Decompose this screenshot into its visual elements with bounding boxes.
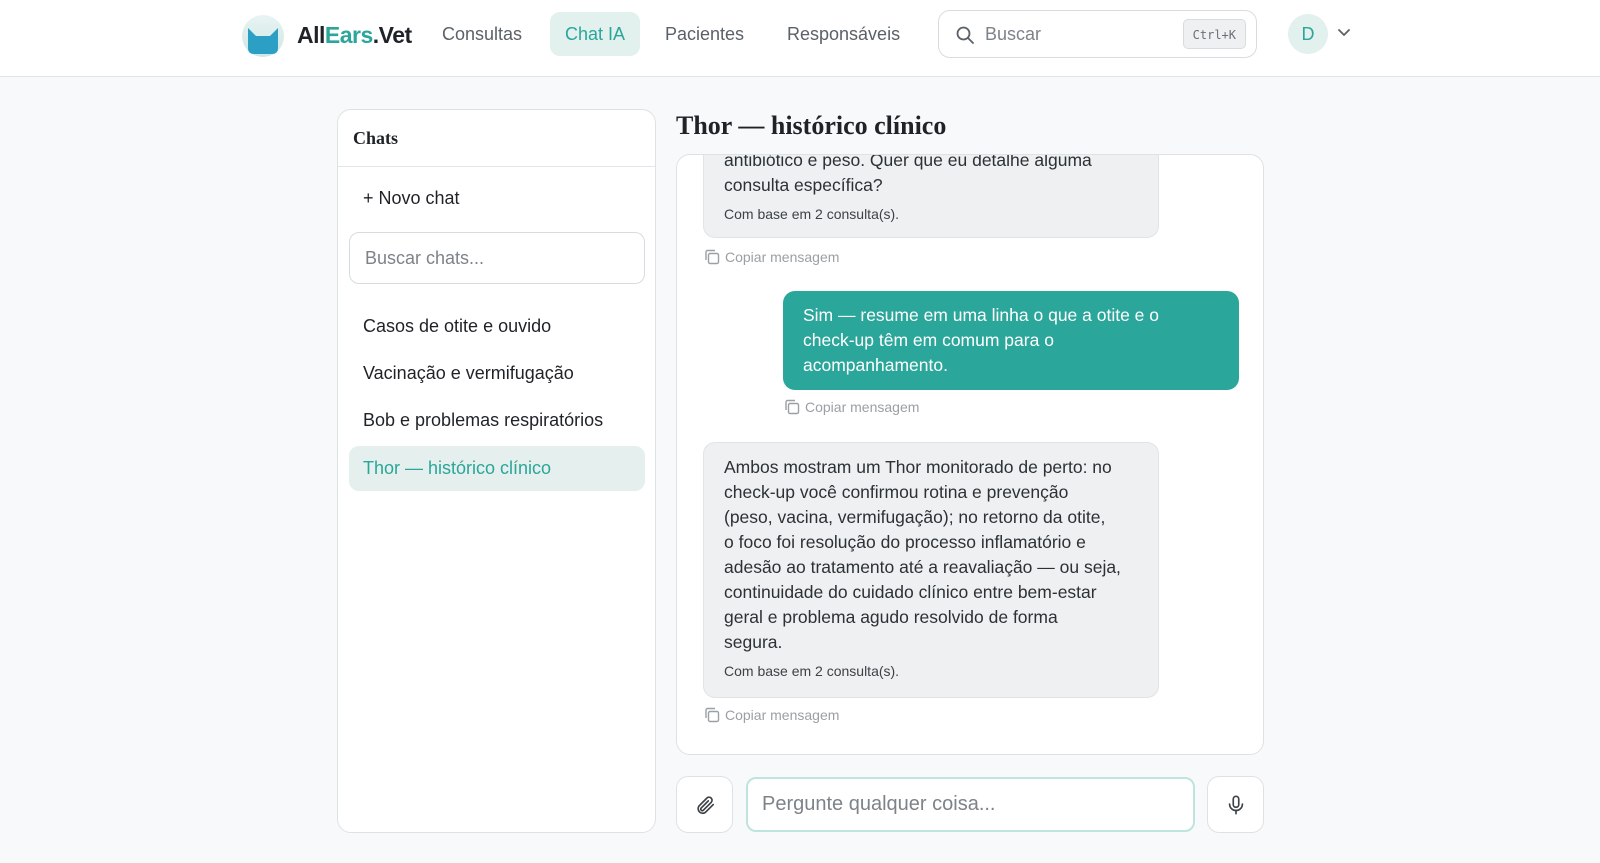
user-message: Sim — resume em uma linha o que a otite … xyxy=(783,291,1239,390)
message-composer xyxy=(746,777,1195,832)
message-source: Com base em 2 consulta(s). xyxy=(724,206,900,222)
copy-label: Copiar mensagem xyxy=(725,707,840,723)
copy-message-button[interactable]: Copiar mensagem xyxy=(783,398,919,416)
message-line: acompanhamento. xyxy=(803,355,948,375)
paperclip-icon xyxy=(697,796,715,815)
search-placeholder: Buscar xyxy=(985,24,1042,44)
brand-logo-icon[interactable] xyxy=(240,14,286,58)
message-source: Com base em 2 consulta(s). xyxy=(724,663,900,679)
nav-pacientes[interactable]: Pacientes xyxy=(650,12,759,56)
nav-chat-ia[interactable]: Chat IA xyxy=(550,12,641,56)
message-input[interactable] xyxy=(748,779,1193,830)
nav-responsaveis[interactable]: Responsáveis xyxy=(772,12,915,56)
copy-message-button[interactable]: Copiar mensagem xyxy=(703,248,839,266)
copy-icon xyxy=(785,399,800,415)
copy-icon xyxy=(705,707,720,723)
message-line: geral e problema agudo resolvido de form… xyxy=(724,607,1058,627)
chat-item-vacinacao[interactable]: Vacinação e vermifugação xyxy=(349,351,645,396)
chevron-down-icon[interactable] xyxy=(1336,24,1352,40)
new-chat-button[interactable]: + Novo chat xyxy=(363,188,460,209)
copy-icon xyxy=(705,249,720,265)
chat-item-otite[interactable]: Casos de otite e ouvido xyxy=(349,304,645,349)
nav-consultas[interactable]: Consultas xyxy=(427,12,537,56)
search-shortcut-badge: Ctrl+K xyxy=(1182,19,1246,49)
chat-search-input[interactable] xyxy=(350,233,644,283)
chat-item-thor[interactable]: Thor — histórico clínico xyxy=(349,446,645,491)
chats-sidebar: Chats + Novo chat Casos de otite e ouvid… xyxy=(337,109,656,833)
sidebar-title: Chats xyxy=(353,128,399,148)
search-icon xyxy=(956,26,974,44)
message-line: segura. xyxy=(724,632,783,652)
assistant-message: antibiótico e peso. Quer que eu detalhe … xyxy=(703,154,1159,238)
attach-button[interactable] xyxy=(676,776,733,833)
message-thread[interactable]: antibiótico e peso. Quer que eu detalhe … xyxy=(676,154,1264,755)
chat-item-bob[interactable]: Bob e problemas respiratórios xyxy=(349,398,645,443)
copy-label: Copiar mensagem xyxy=(805,399,920,415)
message-line: (peso, vacina, vermifugação); no retorno… xyxy=(724,507,1106,527)
global-search[interactable]: Buscar Ctrl+K xyxy=(938,10,1257,58)
message-line: o foco foi resolução do processo inflama… xyxy=(724,532,1086,552)
message-line: consulta específica? xyxy=(724,175,883,195)
message-line: Sim — resume em uma linha o que a otite … xyxy=(803,305,1160,325)
brand-name[interactable]: AllEars.Vet xyxy=(297,20,412,50)
assistant-message: Ambos mostram um Thor monitorado de pert… xyxy=(703,442,1159,698)
message-line: adesão ao tratamento até a reavaliação —… xyxy=(724,557,1121,577)
divider xyxy=(338,166,655,167)
message-line: check-up têm em comum para o xyxy=(803,330,1054,350)
message-line: antibiótico e peso. Quer que eu detalhe … xyxy=(724,154,1092,170)
copy-label: Copiar mensagem xyxy=(725,249,840,265)
microphone-icon xyxy=(1228,795,1244,815)
top-navbar: AllEars.Vet Consultas Chat IA Pacientes … xyxy=(0,0,1600,77)
message-line: continuidade do cuidado clínico entre be… xyxy=(724,582,1097,602)
voice-input-button[interactable] xyxy=(1207,776,1264,833)
user-avatar[interactable]: D xyxy=(1288,14,1328,54)
message-line: check-up você confirmou rotina e prevenç… xyxy=(724,482,1069,502)
copy-message-button[interactable]: Copiar mensagem xyxy=(703,706,839,724)
message-line: Ambos mostram um Thor monitorado de pert… xyxy=(724,457,1112,477)
chat-search-field xyxy=(349,232,645,284)
chat-title: Thor — histórico clínico xyxy=(676,111,947,140)
